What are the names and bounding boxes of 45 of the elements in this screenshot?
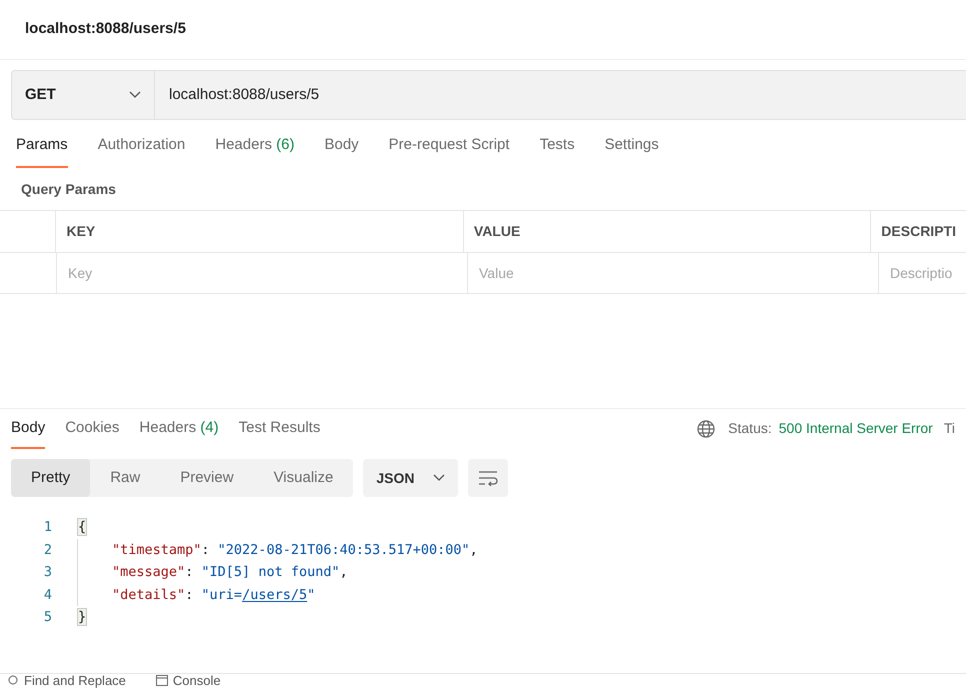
- line-number: 5: [42, 608, 52, 628]
- status-value: 500 Internal Server Error: [778, 419, 933, 438]
- param-field[interactable]: Value: [468, 253, 879, 293]
- wrap-lines-icon: [478, 470, 498, 486]
- view-mode-tab[interactable]: Pretty: [11, 459, 90, 497]
- code-line: "details": "uri=/users/5": [112, 586, 316, 605]
- column-header: KEY: [66, 222, 96, 241]
- response-tab[interactable]: Cookies: [65, 416, 120, 449]
- globe-icon[interactable]: [697, 420, 716, 438]
- view-mode-tab[interactable]: Raw: [90, 459, 160, 497]
- request-tab[interactable]: Body: [324, 134, 359, 168]
- param-field[interactable]: Key: [57, 253, 468, 293]
- footer-link[interactable]: Console: [172, 674, 221, 687]
- column-header: VALUE: [474, 222, 520, 241]
- console-icon: [156, 675, 168, 686]
- response-tab[interactable]: Body: [11, 416, 46, 449]
- wrap-lines-button[interactable]: [468, 459, 508, 497]
- column-header: DESCRIPTI: [881, 222, 956, 241]
- status-label: Status:: [728, 419, 772, 438]
- param-field[interactable]: Descriptio: [879, 253, 966, 293]
- format-dropdown[interactable]: JSON: [363, 459, 458, 497]
- request-tab[interactable]: Params: [16, 134, 68, 168]
- view-mode-tab[interactable]: Preview: [160, 459, 254, 497]
- chevron-down-icon: [433, 474, 446, 482]
- method-dropdown[interactable]: GET: [11, 70, 155, 120]
- code-line: "timestamp": "2022-08-21T06:40:53.517+00:00",: [112, 540, 478, 560]
- response-tab[interactable]: Headers (4): [139, 416, 219, 449]
- line-number: 2: [42, 540, 52, 560]
- request-tab[interactable]: Headers (6): [215, 134, 294, 168]
- view-mode-tab[interactable]: Visualize: [254, 459, 354, 497]
- request-tab[interactable]: Authorization: [98, 134, 186, 168]
- line-number: 1: [42, 518, 52, 538]
- code-line: "message": "ID[5] not found",: [112, 563, 348, 582]
- line-number: 3: [42, 563, 52, 582]
- request-tab[interactable]: Tests: [540, 134, 575, 168]
- url-field[interactable]: localhost:8088/users/5: [155, 70, 966, 120]
- time-label: Ti: [944, 419, 955, 438]
- request-tab[interactable]: Settings: [604, 134, 659, 168]
- request-tab[interactable]: Pre-request Script: [388, 134, 510, 168]
- response-tab[interactable]: Test Results: [238, 416, 320, 449]
- section-title: Query Params: [21, 180, 116, 199]
- line-number: 4: [42, 586, 52, 605]
- request-title: localhost:8088/users/5: [25, 19, 186, 40]
- chevron-down-icon: [129, 91, 141, 99]
- footer-link[interactable]: Find and Replace: [24, 674, 126, 687]
